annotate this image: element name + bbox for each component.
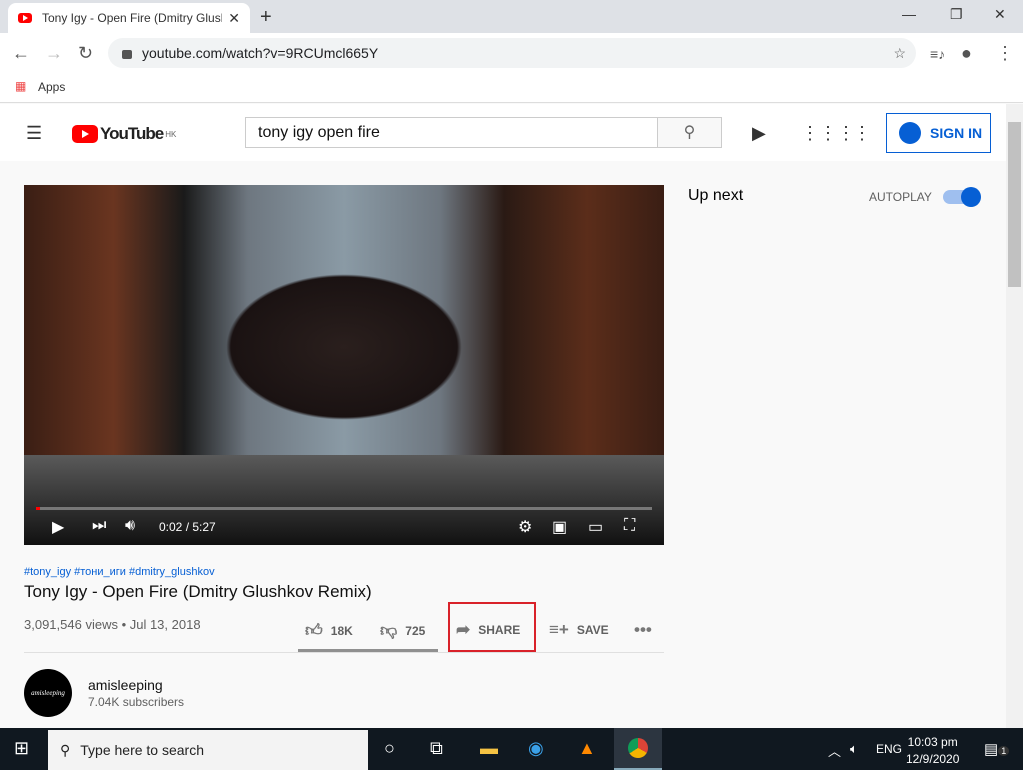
apps-icon[interactable]: ⋮⋮⋮ (801, 123, 855, 144)
chrome-taskbar-button[interactable] (614, 728, 662, 770)
forward-icon[interactable]: → (45, 43, 63, 64)
settings-gear-icon[interactable]: ⚙ (518, 517, 532, 537)
volume-icon[interactable]: 🔊︎ (125, 517, 135, 535)
logo-text: YouTube (100, 124, 164, 143)
share-highlight-box (448, 602, 536, 652)
playlist-add-icon: ≡+ (549, 620, 569, 639)
autoplay-toggle[interactable] (943, 187, 981, 207)
sign-in-button[interactable]: SIGN IN (886, 113, 991, 153)
windows-start-icon[interactable]: ⊞ (14, 738, 29, 759)
taskbar-search[interactable]: ⚲ Type here to search (48, 730, 368, 770)
scrollbar-thumb[interactable] (1008, 122, 1021, 287)
task-view-icon[interactable]: ⧉ (430, 738, 443, 759)
like-count: 18K (330, 623, 353, 638)
bookmarks-bar: ▦ Apps (0, 73, 1023, 103)
browser-tab[interactable]: Tony Igy - Open Fire (Dmitry Glushkov Re… (8, 3, 250, 33)
profile-icon[interactable]: ● (961, 43, 972, 64)
chrome-icon (628, 738, 648, 758)
search-placeholder: Type here to search (80, 742, 205, 758)
thumbs-down-icon: 👎︎ (380, 621, 398, 640)
notifications-icon[interactable]: ▤ 1 (984, 740, 1010, 758)
notification-count: 1 (998, 746, 1010, 756)
apps-bookmark[interactable]: Apps (38, 80, 65, 94)
hashtags[interactable]: #tony_igy #тони_иги #dmitry_glushkov (24, 566, 215, 578)
clock-time: 10:03 pm (907, 735, 958, 749)
close-tab-icon[interactable]: ✕ (228, 10, 240, 27)
save-label: SAVE (576, 623, 609, 637)
thumbs-up-icon: 👍︎ (305, 621, 323, 640)
youtube-logo[interactable]: YouTube HK (72, 124, 176, 144)
dislike-button[interactable]: 👎︎ 725 (380, 620, 425, 641)
tab-title: Tony Igy - Open Fire (Dmitry Glushkov Re… (42, 11, 222, 25)
restore-icon[interactable]: ❐ (950, 6, 963, 23)
file-explorer-icon[interactable]: ▬ (480, 738, 498, 759)
clock-date: 12/9/2020 (906, 752, 960, 766)
media-queue-icon[interactable]: ≡♪ (930, 46, 945, 62)
clock[interactable]: 10:03 pm 12/9/2020 (906, 734, 959, 768)
search-input[interactable]: tony igy open fire (245, 117, 658, 148)
views-date: 3,091,546 views • Jul 13, 2018 (24, 617, 201, 632)
video-title: Tony Igy - Open Fire (Dmitry Glushkov Re… (24, 582, 372, 601)
url-text: youtube.com/watch?v=9RCUmcl665Y (142, 45, 379, 61)
bookmark-star-icon[interactable]: ☆ (893, 45, 906, 62)
search-icon: ⚲ (60, 741, 71, 758)
autoplay-label: AUTOPLAY (869, 190, 932, 204)
more-actions-icon[interactable]: ••• (634, 620, 660, 640)
hamburger-menu-icon[interactable]: ☰ (26, 123, 42, 144)
fullscreen-icon[interactable]: ⛶ (624, 517, 635, 535)
miniplayer-icon[interactable]: ▣ (552, 517, 567, 537)
create-video-icon[interactable]: ▶︎ (752, 123, 766, 144)
close-window-icon[interactable]: ✕ (994, 6, 1006, 23)
volume-tray-icon[interactable]: 🔈︎ (850, 741, 858, 757)
search-button[interactable]: ⚲ (657, 117, 722, 148)
address-bar[interactable]: youtube.com/watch?v=9RCUmcl665Y ☆ (108, 38, 916, 68)
dislike-count: 725 (405, 623, 426, 638)
account-icon (899, 122, 921, 144)
vlc-icon[interactable]: ▲ (578, 738, 596, 759)
lock-icon (122, 50, 132, 59)
back-icon[interactable]: ← (12, 43, 30, 64)
minimize-icon[interactable]: — (902, 6, 916, 22)
sign-in-label: SIGN IN (930, 125, 983, 141)
edge-icon[interactable]: ◉ (528, 738, 544, 759)
reload-icon[interactable]: ↻ (78, 43, 93, 64)
language-indicator[interactable]: ENG (876, 742, 902, 756)
progress-fill (36, 507, 40, 510)
youtube-play-logo-icon (72, 125, 98, 143)
progress-bar[interactable] (36, 507, 652, 510)
channel-avatar[interactable]: amisleeping (24, 669, 72, 717)
next-icon[interactable]: ⏭ (92, 517, 106, 535)
apps-grid-icon: ▦ (15, 79, 27, 93)
theater-mode-icon[interactable]: ▭ (588, 517, 603, 537)
youtube-favicon-icon (18, 13, 32, 23)
tray-chevron-icon[interactable]: ︿ (828, 741, 841, 760)
video-frame-bottom (24, 455, 664, 545)
settings-dots-icon[interactable]: ⋮ (853, 123, 871, 144)
save-button[interactable]: ≡+ SAVE (549, 620, 609, 640)
cortana-icon[interactable]: ○ (384, 738, 395, 759)
play-icon[interactable]: ▶ (52, 517, 64, 537)
subscriber-count: 7.04K subscribers (88, 695, 185, 709)
region-code: HK (165, 129, 177, 139)
time-display: 0:02 / 5:27 (159, 520, 216, 534)
menu-dots-icon[interactable]: ⋮ (996, 43, 1014, 64)
new-tab-icon[interactable]: + (260, 6, 272, 29)
like-button[interactable]: 👍︎ 18K (305, 620, 353, 641)
divider (24, 652, 664, 653)
channel-name[interactable]: amisleeping (88, 677, 163, 693)
up-next-heading: Up next (688, 187, 744, 204)
